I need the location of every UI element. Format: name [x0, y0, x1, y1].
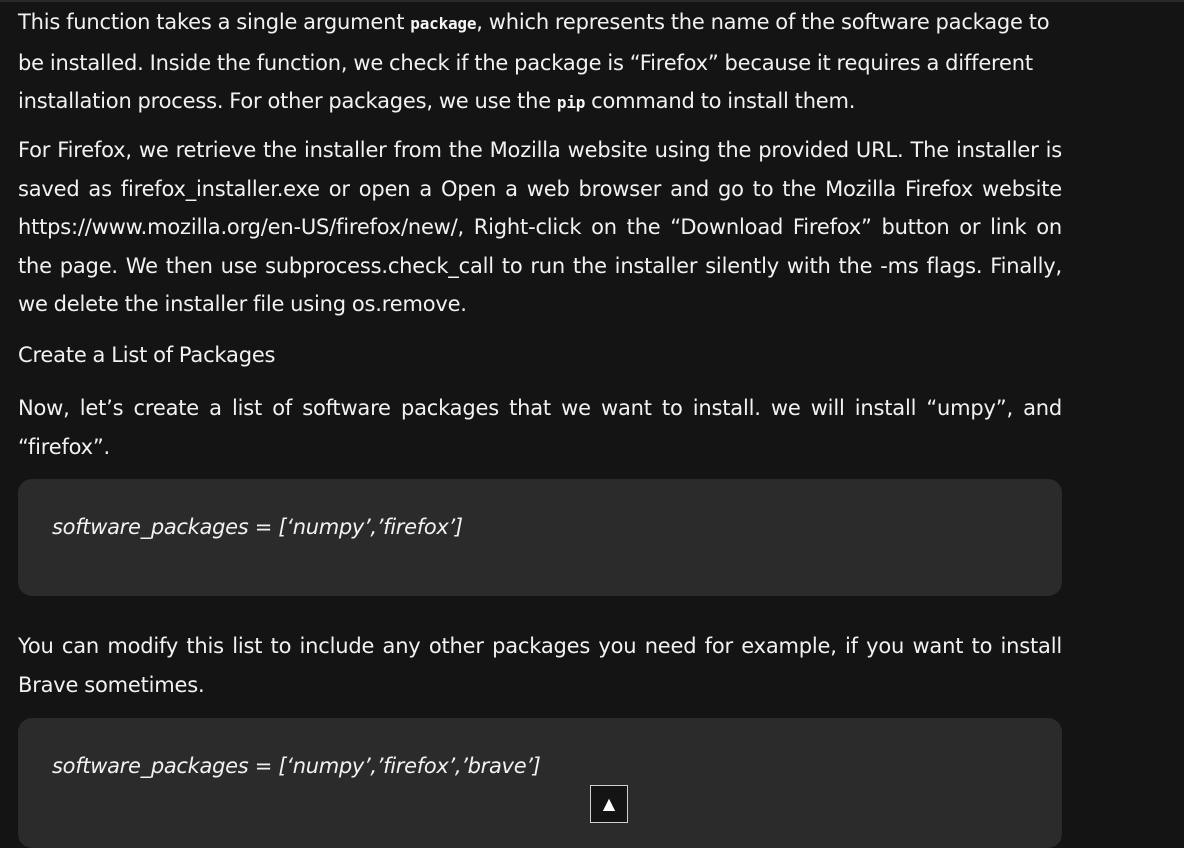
- code-block-text: software_packages = [‘numpy’,’firefox’,’…: [52, 754, 541, 778]
- code-block: software_packages = [‘numpy’,’firefox’,’…: [18, 718, 1062, 848]
- inline-code-package: package: [410, 14, 477, 33]
- code-block: software_packages = [‘numpy’,’firefox’]: [18, 479, 1062, 596]
- inline-code-pip: pip: [556, 93, 586, 112]
- top-divider: [0, 0, 1184, 2]
- paragraph-text: command to install them.: [585, 89, 856, 113]
- paragraph-function-description: This function takes a single argument pa…: [18, 3, 1062, 123]
- paragraph-text: This function takes a single argument: [18, 10, 411, 34]
- paragraph-firefox-installer: For Firefox, we retrieve the installer f…: [18, 138, 1062, 316]
- paragraph-package-list: Now, let’s create a list of software pac…: [18, 396, 1062, 459]
- arrow-up-icon: ▲: [602, 794, 616, 813]
- code-block-text: software_packages = [‘numpy’,’firefox’]: [52, 515, 463, 539]
- section-heading: Create a List of Packages: [18, 343, 276, 367]
- paragraph-modify-list: You can modify this list to include any …: [18, 634, 1062, 697]
- scroll-to-top-button[interactable]: ▲: [590, 785, 628, 823]
